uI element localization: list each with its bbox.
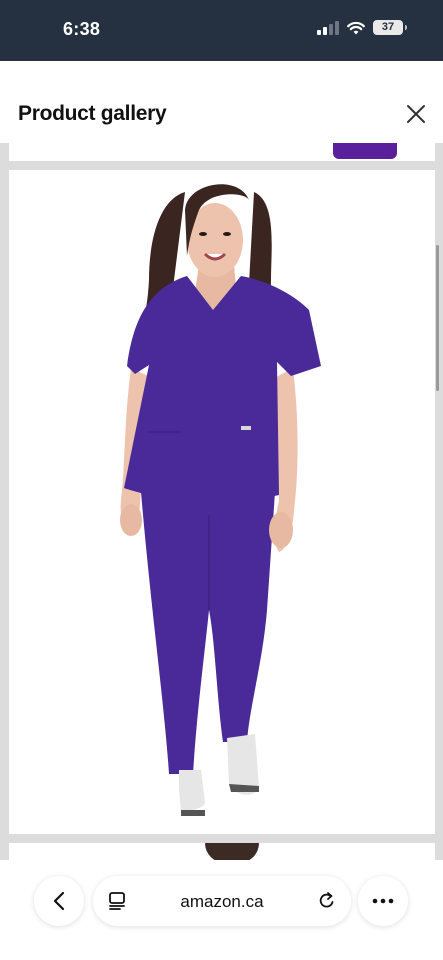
status-icons: 37 (317, 20, 407, 35)
close-icon[interactable] (405, 103, 427, 125)
url-text: amazon.ca (180, 892, 264, 911)
more-button[interactable] (358, 876, 408, 926)
wifi-icon (347, 21, 365, 34)
status-bar: 6:38 37 (0, 0, 443, 61)
product-gallery[interactable] (0, 143, 443, 863)
gallery-image-main[interactable] (9, 170, 435, 834)
battery-icon: 37 (373, 20, 407, 35)
product-photo (120, 184, 321, 816)
gallery-scrollbar[interactable] (436, 245, 439, 391)
gallery-image-previous[interactable] (9, 143, 435, 161)
address-bar[interactable]: amazon.ca (93, 876, 351, 926)
gallery-header: Product gallery (0, 61, 443, 143)
back-icon (53, 891, 65, 911)
previous-image-fragment (333, 143, 397, 159)
more-icon (372, 898, 394, 904)
page-title: Product gallery (18, 102, 167, 125)
back-button[interactable] (34, 876, 84, 926)
browser-toolbar: amazon.ca (0, 860, 443, 960)
status-time: 6:38 (63, 19, 101, 39)
reload-icon[interactable] (317, 891, 337, 911)
cellular-signal-icon (317, 20, 339, 35)
